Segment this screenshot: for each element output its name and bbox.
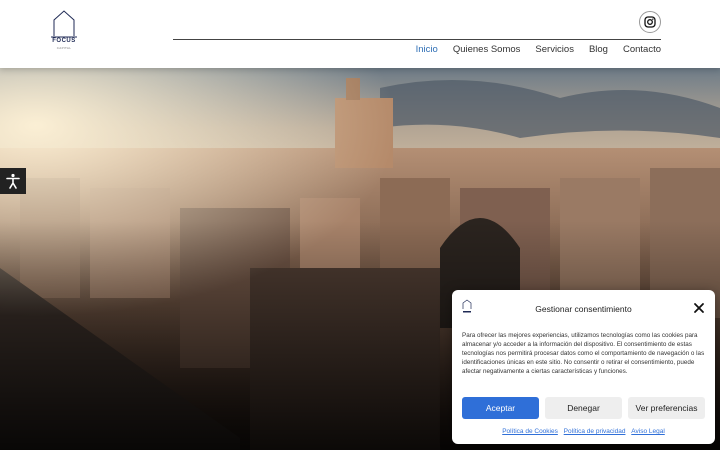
deny-button[interactable]: Denegar (545, 397, 622, 419)
instagram-icon (644, 16, 656, 28)
logo-tagline: CAPITAL (56, 46, 72, 50)
consent-links: Política de Cookies Política de privacid… (452, 428, 715, 435)
nav-item-blog[interactable]: Blog (589, 44, 608, 55)
consent-dialog: Gestionar consentimiento Para ofrecer la… (452, 290, 715, 444)
nav-divider (173, 39, 661, 40)
close-icon[interactable] (693, 302, 705, 314)
main-nav: Inicio Quienes Somos Servicios Blog Cont… (416, 44, 661, 55)
accessibility-icon (6, 173, 20, 189)
nav-item-inicio[interactable]: Inicio (416, 44, 438, 55)
preferences-button[interactable]: Ver preferencias (628, 397, 705, 419)
nav-item-contacto[interactable]: Contacto (623, 44, 661, 55)
legal-notice-link[interactable]: Aviso Legal (631, 428, 665, 435)
nav-item-servicios[interactable]: Servicios (535, 44, 574, 55)
consent-title: Gestionar consentimiento (535, 304, 632, 314)
logo-name: FOCUS (52, 38, 76, 44)
site-header: FOCUS CAPITAL Inicio Quienes Somos Servi… (0, 0, 720, 68)
nav-item-quienes-somos[interactable]: Quienes Somos (453, 44, 521, 55)
instagram-button[interactable] (639, 11, 661, 33)
site-logo[interactable]: FOCUS CAPITAL (48, 8, 80, 54)
cookie-policy-link[interactable]: Política de Cookies (502, 428, 558, 435)
accessibility-button[interactable] (0, 168, 26, 194)
consent-body: Para ofrecer las mejores experiencias, u… (462, 332, 705, 375)
privacy-policy-link[interactable]: Política de privacidad (564, 428, 626, 435)
accept-button[interactable]: Aceptar (462, 397, 539, 419)
house-logo-icon (51, 10, 77, 38)
